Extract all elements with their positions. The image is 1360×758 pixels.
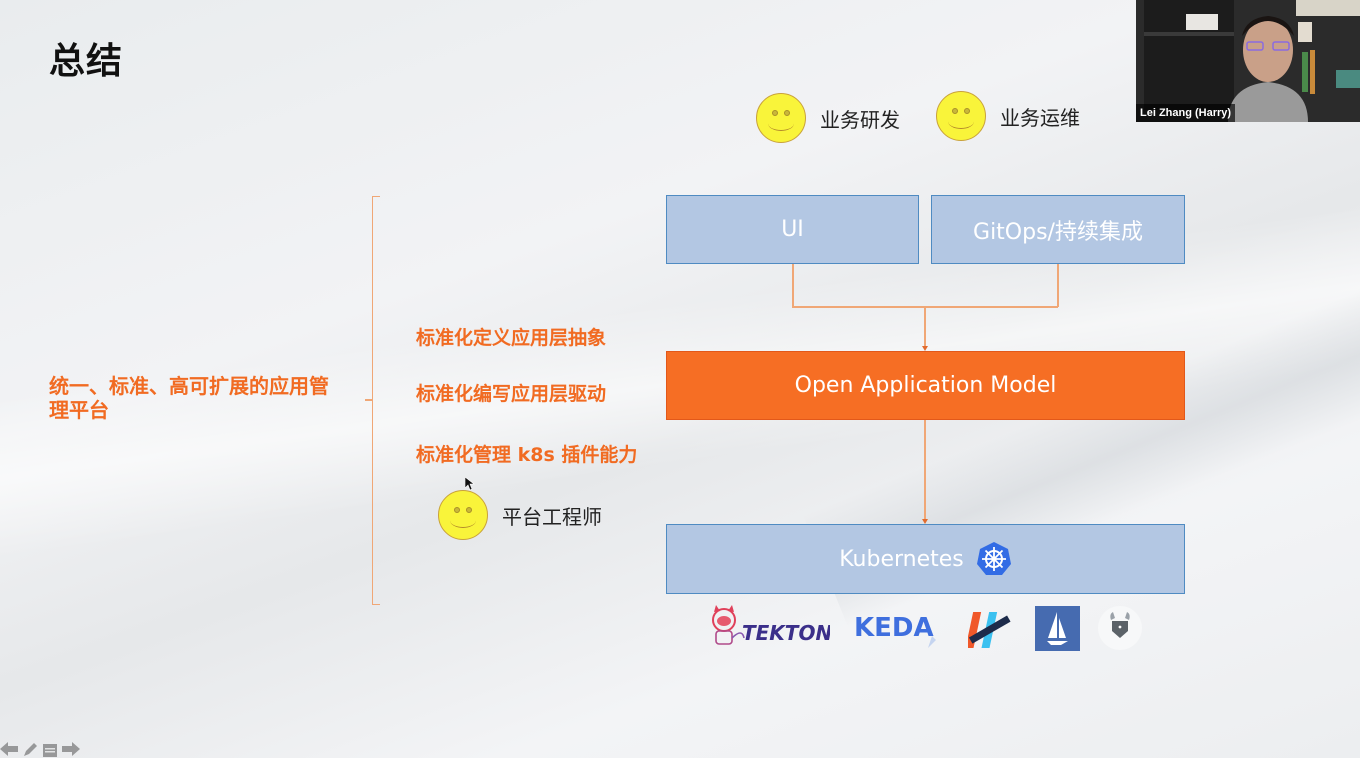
box-ui: UI bbox=[666, 195, 919, 264]
menu-icon[interactable] bbox=[42, 742, 58, 758]
kubernetes-label: Kubernetes bbox=[839, 546, 964, 572]
pen-icon[interactable] bbox=[22, 742, 38, 758]
box-oam: Open Application Model bbox=[666, 351, 1185, 420]
next-slide-icon[interactable] bbox=[62, 742, 80, 756]
kubernetes-helm-icon bbox=[976, 542, 1011, 575]
tekton-logo: TEKTON bbox=[712, 605, 830, 645]
role-ops: 业务运维 bbox=[936, 91, 1080, 141]
open-policy-agent-logo bbox=[1098, 606, 1142, 650]
connector-line bbox=[792, 264, 794, 307]
smiley-icon bbox=[936, 91, 986, 141]
participant-name: Lei Zhang (Harry) bbox=[1136, 104, 1236, 122]
tekton-pipelines-logo bbox=[968, 612, 1011, 648]
box-kubernetes: Kubernetes bbox=[666, 524, 1185, 594]
role-label: 平台工程师 bbox=[502, 504, 602, 529]
connector-line bbox=[1057, 264, 1059, 307]
role-label: 业务研发 bbox=[820, 107, 900, 132]
previous-slide-icon[interactable] bbox=[0, 742, 18, 756]
box-gitops: GitOps/持续集成 bbox=[931, 195, 1185, 264]
smiley-icon bbox=[756, 93, 806, 143]
tekton-wordmark: TEKTON bbox=[742, 621, 830, 645]
point-manage-plugins: 标准化管理 k8s 插件能力 bbox=[416, 444, 638, 466]
connector-line bbox=[924, 307, 926, 347]
role-dev: 业务研发 bbox=[756, 93, 900, 143]
smiley-icon bbox=[438, 490, 488, 540]
presenter-controls bbox=[0, 742, 80, 758]
keda-logo: KEDA bbox=[854, 613, 936, 648]
connector-line bbox=[924, 420, 926, 520]
role-label: 业务运维 bbox=[1000, 105, 1080, 130]
point-define-abstraction: 标准化定义应用层抽象 bbox=[416, 327, 607, 349]
keda-wordmark: KEDA bbox=[854, 613, 934, 643]
istio-logo bbox=[1035, 606, 1080, 651]
point-write-driver: 标准化编写应用层驱动 bbox=[416, 383, 607, 405]
summary-bracket bbox=[372, 196, 380, 605]
summary-heading: 统一、标准、高可扩展的应用管理平台 bbox=[49, 374, 329, 422]
participant-video[interactable]: Lei Zhang (Harry) bbox=[1136, 0, 1360, 122]
bracket-tip bbox=[365, 399, 373, 401]
role-platform: 平台工程师 bbox=[438, 490, 602, 540]
mouse-cursor-icon bbox=[465, 477, 475, 491]
slide-title: 总结 bbox=[49, 41, 124, 82]
